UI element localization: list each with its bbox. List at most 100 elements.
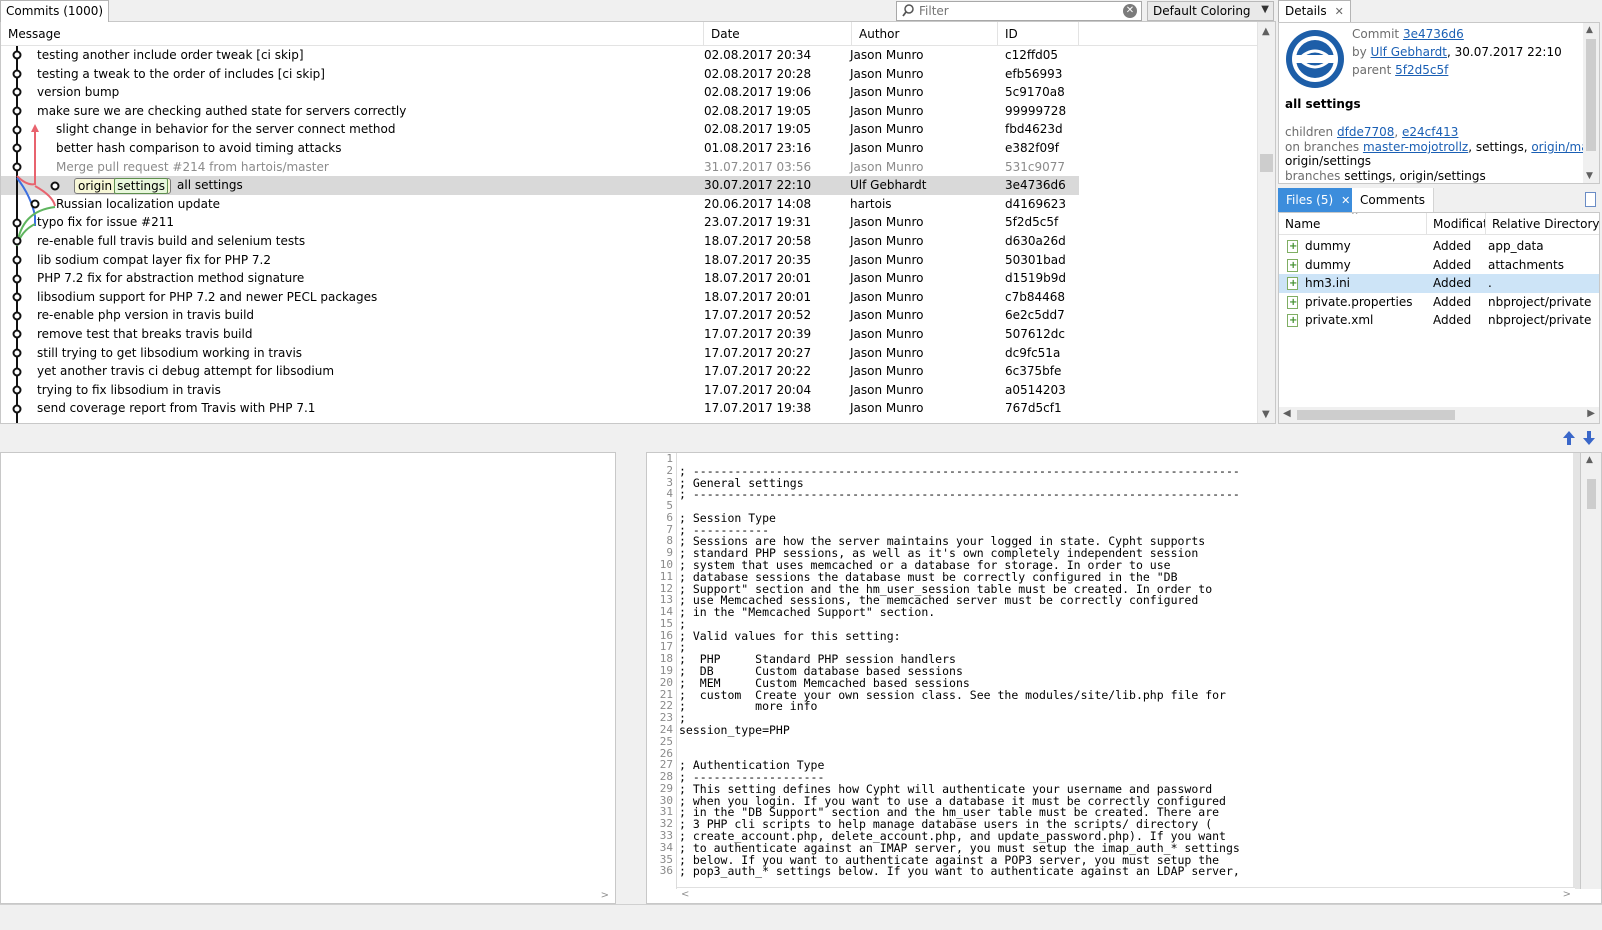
scroll-thumb[interactable]: [1587, 479, 1596, 509]
scroll-up-icon[interactable]: ▲: [1586, 25, 1593, 35]
commit-id: 767d5cf1: [1005, 401, 1062, 416]
commit-date: 02.08.2017 19:05: [704, 122, 812, 137]
commit-author: Jason Munro: [850, 122, 924, 137]
table-row[interactable]: send coverage report from Travis with PH…: [1, 399, 1079, 418]
table-row[interactable]: trying to fix libsodium in travis 17.07.2…: [1, 381, 1079, 400]
table-row[interactable]: version bump 02.08.2017 19:06 Jason Munro 5…: [1, 83, 1079, 102]
document-icon[interactable]: [1585, 192, 1596, 207]
code-line: ; database sessions the database must be…: [679, 569, 1178, 584]
code-hscrollbar[interactable]: < >: [677, 887, 1575, 903]
commit-message: slight change in behavior for the server…: [56, 120, 396, 139]
scroll-up-icon[interactable]: ▲: [1586, 455, 1593, 465]
table-row[interactable]: PHP 7.2 fix for abstraction method signa…: [1, 269, 1079, 288]
commit-id: 6e2c5dd7: [1005, 308, 1065, 323]
commits-table-header: Message Date Author ID: [1, 22, 1257, 46]
close-icon[interactable]: ✕: [1341, 194, 1350, 207]
table-row[interactable]: origin settings all settings 30.07.2017 22:…: [1, 176, 1079, 196]
file-row[interactable]: hm3.ini Added.: [1279, 274, 1599, 294]
table-row[interactable]: Merge pull request #214 from hartois/mas…: [1, 158, 1079, 177]
child-link-1[interactable]: dfde7708: [1337, 125, 1394, 139]
code-vscrollbar[interactable]: ▲: [1573, 453, 1601, 889]
tab-files[interactable]: Files (5) ✕: [1278, 188, 1359, 212]
table-row[interactable]: re-enable php version in travis build 17.…: [1, 306, 1079, 325]
parent-hash-link[interactable]: 5f2d5c5f: [1395, 63, 1448, 77]
column-header-id[interactable]: ID: [998, 22, 1079, 46]
file-directory: nbproject/private: [1488, 313, 1592, 328]
scroll-thumb[interactable]: [1586, 39, 1596, 151]
scroll-down-icon[interactable]: ▼: [1586, 171, 1593, 181]
previous-change-icon[interactable]: [1562, 430, 1576, 446]
tab-commits[interactable]: Commits (1000): [0, 0, 110, 22]
scroll-left-icon[interactable]: <: [681, 889, 689, 900]
tab-details[interactable]: Details ✕: [1278, 0, 1351, 22]
close-icon[interactable]: ✕: [1335, 5, 1344, 18]
scroll-down-icon[interactable]: ▼: [1262, 409, 1270, 420]
scroll-up-icon[interactable]: ▲: [1262, 26, 1270, 37]
scroll-right-icon[interactable]: >: [1563, 889, 1571, 900]
commit-message: better hash comparison to avoid timing a…: [56, 139, 342, 158]
code-line: ; in the "Memcached Support" section.: [679, 605, 936, 620]
commit-message-text: all settings: [177, 178, 243, 193]
column-header-name[interactable]: Name ^: [1279, 213, 1427, 235]
table-row[interactable]: yet another travis ci debug attempt for …: [1, 362, 1079, 381]
line-number: 24: [659, 722, 673, 736]
author-link[interactable]: Ulf Gebhardt: [1371, 45, 1447, 59]
branch-origin-settings: origin/settings: [1285, 154, 1372, 168]
commit-id: d1519b9d: [1005, 271, 1067, 286]
column-header-date[interactable]: Date: [704, 22, 852, 46]
commit-date: 17.07.2017 20:27: [704, 345, 812, 360]
commit-line: Commit 3e4736d6: [1352, 27, 1464, 41]
branch-tag[interactable]: origin settings: [74, 177, 172, 194]
commit-date: 31.07.2017 03:56: [704, 159, 812, 174]
table-row[interactable]: libsodium support for PHP 7.2 and newer …: [1, 288, 1079, 307]
branch-link-1[interactable]: master-mojotrollz: [1363, 140, 1468, 154]
branches-value: settings, origin/settings: [1344, 169, 1486, 183]
column-header-modification[interactable]: Modificati: [1427, 213, 1486, 235]
column-header-message[interactable]: Message: [1, 22, 704, 46]
scroll-left-icon[interactable]: ◀: [1283, 408, 1291, 419]
file-row[interactable]: private.properties Added nbproject/private: [1279, 293, 1599, 312]
clear-filter-icon[interactable]: ✕: [1123, 4, 1137, 18]
table-row[interactable]: re-enable full travis build and selenium…: [1, 232, 1079, 251]
commit-id: 99999728: [1005, 103, 1067, 118]
code-view[interactable]: ; --------------------------------------…: [679, 453, 1571, 889]
table-row[interactable]: better hash comparison to avoid timing a…: [1, 139, 1079, 158]
coloring-select[interactable]: Default Coloring ▼: [1147, 1, 1274, 21]
scroll-thumb[interactable]: [1260, 154, 1273, 172]
column-header-author[interactable]: Author: [852, 22, 998, 46]
file-name: dummy: [1305, 257, 1351, 272]
table-row[interactable]: testing another include order tweak [ci …: [1, 46, 1079, 65]
scroll-right-icon[interactable]: ▶: [1587, 408, 1595, 419]
table-row[interactable]: testing a tweak to the order of includes…: [1, 65, 1079, 84]
scroll-right-icon[interactable]: >: [601, 890, 609, 901]
table-row[interactable]: slight change in behavior for the server…: [1, 120, 1079, 139]
child-link-2[interactable]: e24cf413: [1402, 125, 1458, 139]
files-hscrollbar[interactable]: ◀ ▶: [1279, 407, 1599, 423]
details-scrollbar[interactable]: ▲ ▼: [1583, 23, 1599, 183]
filter-field[interactable]: ✕: [896, 1, 1142, 21]
table-row[interactable]: still trying to get libsodium working in…: [1, 344, 1079, 363]
filter-input[interactable]: [919, 3, 1119, 19]
column-header-directory[interactable]: Relative Directory: [1486, 213, 1599, 235]
line-number: 34: [659, 840, 673, 854]
file-row[interactable]: private.xml Added nbproject/private: [1279, 311, 1599, 330]
line-number: 5: [666, 499, 673, 513]
table-row[interactable]: lib sodium compat layer fix for PHP 7.2 1…: [1, 251, 1079, 270]
commit-graph: [12, 46, 60, 423]
scroll-thumb[interactable]: [1297, 410, 1455, 420]
file-row[interactable]: dummy Added attachments: [1279, 256, 1599, 275]
tab-comments[interactable]: Comments: [1352, 188, 1435, 212]
diff-right-pane: 1 2 3 4 5 6 7 8 9 10 11 12 13 14 15 16 17 18 19 20 21 22 23 24 2…: [646, 452, 1602, 904]
file-directory: app_data: [1488, 239, 1544, 253]
commits-table: Message Date Author ID testing another i…: [0, 22, 1276, 424]
next-change-icon[interactable]: [1582, 430, 1596, 446]
commit-author: Jason Munro: [850, 345, 924, 360]
commit-id: c7b84468: [1005, 289, 1066, 304]
commit-hash-link[interactable]: 3e4736d6: [1403, 27, 1464, 41]
file-row[interactable]: dummy Added app_data: [1279, 237, 1599, 256]
table-row[interactable]: remove test that breaks travis build 17.0…: [1, 325, 1079, 344]
commits-scrollbar[interactable]: ▲ ▼: [1257, 22, 1275, 423]
table-row[interactable]: Russian localization update 20.06.2017 14…: [1, 195, 1079, 214]
table-row[interactable]: typo fix for issue #211 23.07.2017 19:31 J…: [1, 213, 1079, 232]
table-row[interactable]: make sure we are checking authed state f…: [1, 102, 1079, 121]
